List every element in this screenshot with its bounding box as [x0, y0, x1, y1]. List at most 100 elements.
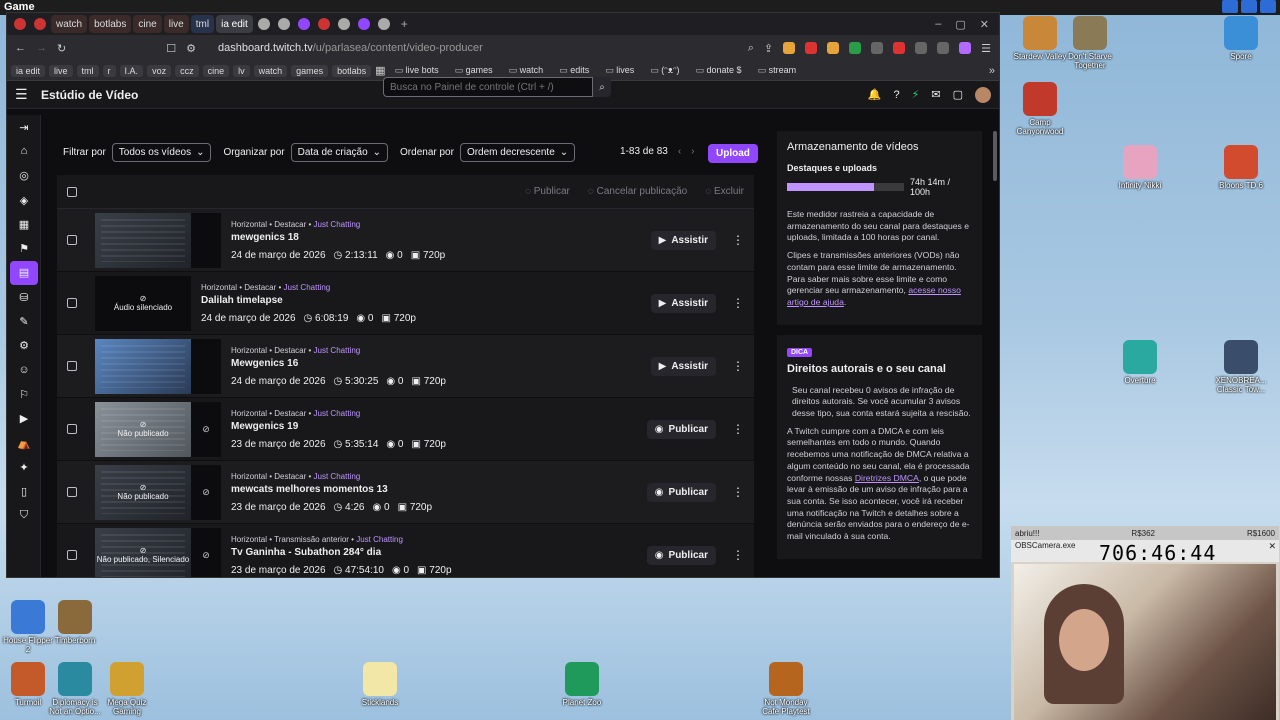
thumbnail[interactable]: ⊘ Não publicado ⊘: [95, 464, 221, 520]
minimize-icon[interactable]: –: [935, 18, 941, 31]
forward-icon[interactable]: →: [36, 42, 47, 54]
menu-icon[interactable]: ☰: [981, 42, 991, 55]
bookmark-folder[interactable]: lives: [600, 64, 639, 77]
watch-button[interactable]: ▶ Assistir: [650, 230, 716, 250]
tab-favicon-icon[interactable]: [257, 18, 270, 30]
viewer-icon[interactable]: ☺: [7, 358, 41, 382]
more-options-icon[interactable]: ⋮: [732, 548, 744, 562]
desktop-shortcut[interactable]: Not Monday Cafe Playtest: [758, 662, 814, 716]
organize-dropdown[interactable]: Data de criação ⌄: [290, 143, 389, 162]
bulk-unpublish-button[interactable]: Cancelar publicação: [588, 186, 688, 197]
url-field[interactable]: dashboard.twitch.tv/u/parlasea/content/v…: [218, 42, 483, 54]
bookmark-item[interactable]: r: [102, 64, 116, 77]
tab-1[interactable]: botlabs: [89, 15, 132, 33]
category-link[interactable]: Just Chatting: [314, 472, 361, 481]
extension-icon[interactable]: [849, 42, 862, 54]
desktop-shortcut[interactable]: Don't Starve Together: [1062, 16, 1118, 70]
video-title[interactable]: Mewgenics 19: [231, 421, 446, 432]
help-icon[interactable]: ?: [894, 89, 900, 101]
share-icon[interactable]: ⇪: [764, 42, 773, 55]
bookmark-folder[interactable]: (ᵔᴥᵔ): [645, 64, 684, 77]
publish-button[interactable]: ◉ Publicar: [646, 419, 716, 439]
desktop-shortcut[interactable]: Stardew Valley: [1012, 16, 1068, 61]
desktop-shortcut[interactable]: Timberborn: [47, 600, 103, 645]
more-options-icon[interactable]: ⋮: [732, 485, 744, 499]
desktop-shortcut[interactable]: Spore: [1213, 16, 1269, 61]
desktop-shortcut[interactable]: XENOBREA... Classic Tow...: [1213, 340, 1269, 394]
video-title[interactable]: mewgenics 18: [231, 232, 445, 243]
tab-2[interactable]: cine: [133, 15, 162, 33]
desktop-shortcut[interactable]: Diplomacy is Not an Optio...: [47, 662, 103, 716]
bookmark-item[interactable]: botlabs: [332, 64, 372, 77]
settings-icon[interactable]: ⚙: [7, 334, 41, 358]
extensions-rail-icon[interactable]: ✦: [7, 455, 41, 479]
roles-icon[interactable]: ⚐: [7, 382, 41, 406]
category-link[interactable]: Just Chatting: [314, 346, 361, 355]
desktop-shortcut[interactable]: Planet Zoo: [554, 662, 610, 707]
new-tab-icon[interactable]: +: [401, 17, 408, 31]
search-input[interactable]: [383, 77, 593, 97]
table-row[interactable]: ⊘ Não publicado ⊘ Horizontal • Destacar •…: [57, 398, 754, 461]
monetize-icon[interactable]: ⛁: [7, 285, 41, 309]
tab-favicon-icon[interactable]: [377, 18, 390, 30]
bookmark-item[interactable]: ccz: [175, 64, 199, 77]
analytics-icon[interactable]: ▦: [7, 212, 41, 236]
order-dropdown[interactable]: Ordem decrescente ⌄: [459, 143, 576, 162]
more-options-icon[interactable]: ⋮: [732, 359, 744, 373]
desktop-shortcut[interactable]: Bloons TD 6: [1213, 145, 1269, 190]
content-icon[interactable]: ▤: [10, 260, 38, 286]
bookmark-item[interactable]: cine: [202, 64, 230, 77]
maximize-icon[interactable]: ▢: [955, 18, 965, 31]
tab-favicon-icon[interactable]: [277, 18, 290, 30]
publish-button[interactable]: ◉ Publicar: [646, 482, 716, 502]
close-icon[interactable]: ✕: [980, 18, 989, 31]
extensions-icon[interactable]: ⚡: [912, 88, 920, 101]
row-checkbox[interactable]: [67, 361, 77, 371]
video-title[interactable]: Dalilah timelapse: [201, 295, 416, 306]
video-title[interactable]: Mewgenics 16: [231, 358, 446, 369]
video-icon[interactable]: ▶: [7, 407, 41, 431]
more-options-icon[interactable]: ⋮: [732, 296, 744, 310]
hamburger-menu-icon[interactable]: ☰: [15, 86, 33, 103]
desktop-shortcut[interactable]: Sticklands: [352, 662, 408, 707]
back-icon[interactable]: ←: [15, 42, 26, 54]
category-link[interactable]: Just Chatting: [356, 535, 403, 544]
bookmark-folder[interactable]: live bots: [390, 64, 444, 77]
bookmark-item[interactable]: tml: [76, 64, 99, 77]
tab-favicon-icon[interactable]: [357, 18, 370, 30]
bookmark-item[interactable]: live: [49, 64, 73, 77]
safety-icon[interactable]: ⛉: [7, 504, 41, 528]
bulk-delete-button[interactable]: Excluir: [705, 186, 744, 197]
close-icon[interactable]: ✕: [1268, 541, 1276, 552]
table-row[interactable]: ⊘ Não publicado, Silenciado ⊘ Horizontal …: [57, 524, 754, 577]
table-row[interactable]: Horizontal • Destacar • Just Chatting Me…: [57, 335, 754, 398]
notifications-icon[interactable]: 🔔: [868, 88, 882, 101]
tab-favicon-icon[interactable]: [14, 18, 26, 30]
tab-favicon-icon[interactable]: [297, 18, 310, 30]
bookmark-item[interactable]: watch: [253, 64, 288, 77]
brave-shield-icon[interactable]: [783, 42, 796, 54]
upload-button[interactable]: Upload: [708, 144, 758, 163]
row-checkbox[interactable]: [67, 235, 77, 245]
more-options-icon[interactable]: ⋮: [732, 233, 744, 247]
category-link[interactable]: Just Chatting: [284, 283, 331, 292]
scrollbar[interactable]: [993, 131, 997, 181]
select-all-checkbox[interactable]: [67, 186, 77, 197]
edit-icon[interactable]: ✎: [7, 309, 41, 333]
more-options-icon[interactable]: ⋮: [732, 422, 744, 436]
bookmark-item[interactable]: voz: [147, 64, 172, 77]
row-checkbox[interactable]: [67, 298, 77, 308]
video-title[interactable]: mewcats melhores momentos 13: [231, 484, 432, 495]
stream-icon[interactable]: ◎: [7, 164, 41, 188]
more-bookmarks-icon[interactable]: »: [989, 65, 995, 77]
prev-page-icon[interactable]: ‹: [678, 146, 681, 157]
tab-favicon-icon[interactable]: [337, 18, 350, 30]
category-link[interactable]: Just Chatting: [314, 409, 361, 418]
bookmark-item[interactable]: I.A.: [119, 64, 144, 77]
watch-button[interactable]: ▶ Assistir: [650, 356, 716, 376]
bookmark-item[interactable]: ia edit: [11, 64, 46, 77]
thumbnail[interactable]: [95, 338, 221, 394]
tab-3[interactable]: live: [163, 15, 189, 33]
rewards-icon[interactable]: [805, 42, 818, 54]
inbox-icon[interactable]: ✉: [931, 88, 940, 101]
